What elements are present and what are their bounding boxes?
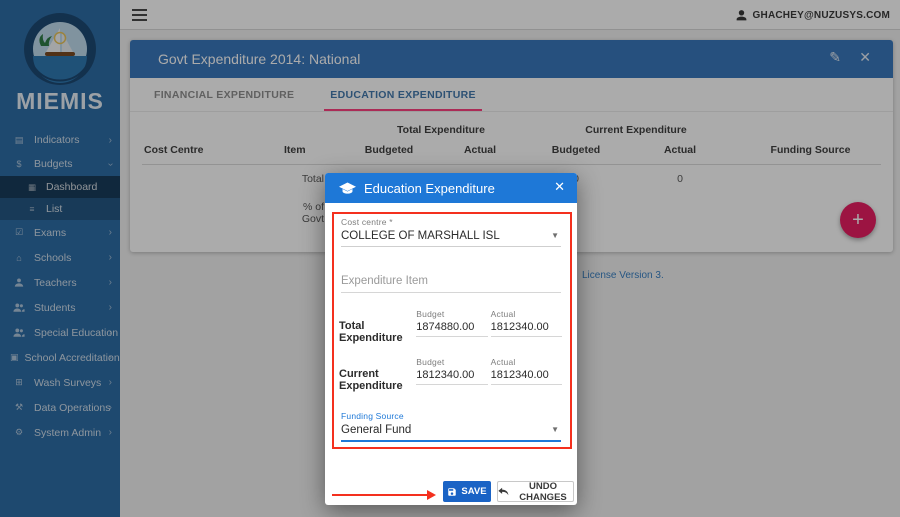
modal-close-icon[interactable]: ✕ xyxy=(554,179,565,195)
education-expenditure-modal: Education Expenditure ✕ Cost centre * CO… xyxy=(325,173,577,505)
total-actual-input[interactable]: 1812340.00 xyxy=(491,321,562,337)
funding-source-label: Funding Source xyxy=(341,411,561,421)
total-expenditure-label: Total Expenditure xyxy=(339,309,416,344)
graduation-cap-icon xyxy=(339,182,356,195)
undo-changes-button[interactable]: UNDO CHANGES xyxy=(497,481,574,502)
funding-source-field[interactable]: Funding Source General Fund ▼ xyxy=(341,411,561,442)
dropdown-caret-icon: ▼ xyxy=(551,425,559,434)
current-expenditure-label: Current Expenditure xyxy=(339,357,416,392)
current-actual-input[interactable]: 1812340.00 xyxy=(491,369,562,385)
save-button[interactable]: SAVE xyxy=(443,481,491,502)
floppy-save-icon xyxy=(447,487,457,497)
cost-centre-label: Cost centre * xyxy=(341,217,561,227)
expenditure-item-field[interactable]: Expenditure Item xyxy=(341,275,561,293)
cost-centre-field[interactable]: Cost centre * COLLEGE OF MARSHALL ISL ▼ xyxy=(341,217,561,247)
current-expenditure-row: Current Expenditure Budget 1812340.00 Ac… xyxy=(339,357,565,392)
undo-arrow-icon xyxy=(498,487,509,496)
modal-title: Education Expenditure xyxy=(364,181,495,196)
total-budget-input[interactable]: 1874880.00 xyxy=(416,321,487,337)
funding-source-select[interactable]: General Fund ▼ xyxy=(341,424,561,442)
expenditure-item-input[interactable]: Expenditure Item xyxy=(341,275,561,293)
cost-centre-select[interactable]: COLLEGE OF MARSHALL ISL ▼ xyxy=(341,230,561,247)
dropdown-caret-icon: ▼ xyxy=(551,231,559,240)
app-window: MIEMIS ▤ Indicators › $ Budgets › ▦ Dash… xyxy=(0,0,900,517)
modal-header: Education Expenditure ✕ xyxy=(325,173,577,203)
total-expenditure-row: Total Expenditure Budget 1874880.00 Actu… xyxy=(339,309,565,344)
current-budget-input[interactable]: 1812340.00 xyxy=(416,369,487,385)
